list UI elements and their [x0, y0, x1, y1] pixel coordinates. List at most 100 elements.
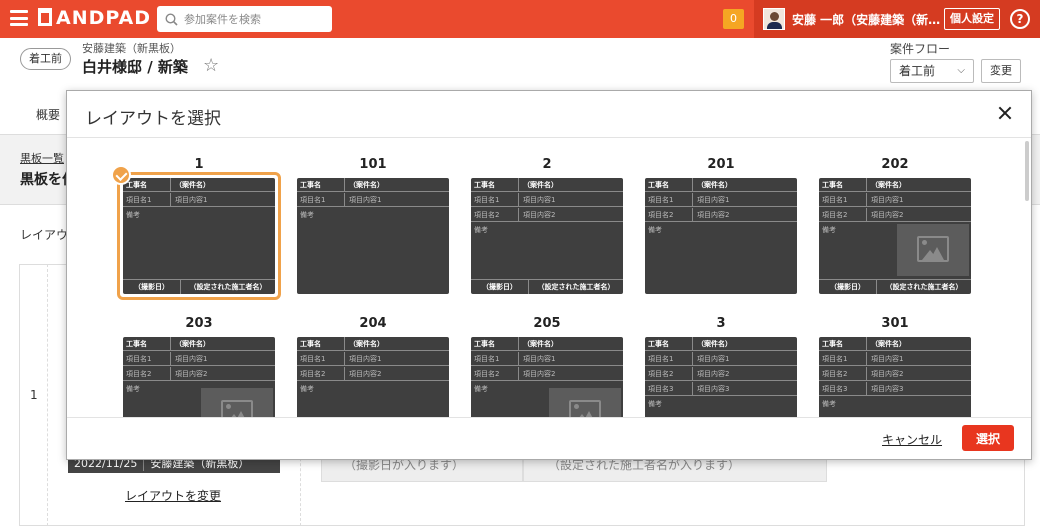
board-cell: 項目名2 — [645, 367, 693, 380]
board-preview: 工事名 （案件名） 項目名1 項目内容1 項目名2 項目内容2 備考 — [297, 337, 449, 417]
board-cell: 項目名1 — [123, 193, 171, 206]
board-cell: 項目名1 — [645, 193, 693, 206]
board-cell: 項目内容1 — [871, 355, 904, 363]
image-placeholder-icon — [201, 388, 273, 417]
board-remarks: 備考 — [126, 385, 140, 393]
board-cell: （案件名） — [175, 181, 210, 189]
board-cell: （案件名） — [349, 340, 384, 348]
board-remarks: 備考 — [474, 226, 488, 234]
layout-name: 202 — [881, 157, 909, 172]
change-layout-link[interactable]: レイアウトを変更 — [125, 487, 221, 504]
tab-overview[interactable]: 概要 — [36, 106, 60, 123]
logo-text: ANDPAD — [56, 7, 152, 29]
board-cell: 項目名2 — [471, 367, 519, 380]
logo-mark-icon — [38, 8, 52, 26]
board-cell: （案件名） — [697, 181, 732, 189]
divider — [47, 264, 48, 526]
chevron-down-icon: ⌵ — [957, 65, 965, 76]
select-button[interactable]: 選択 — [962, 425, 1014, 451]
image-placeholder-icon — [549, 388, 621, 417]
board-cell: 項目内容1 — [697, 196, 730, 204]
board-cell: 項目内容1 — [349, 355, 382, 363]
board-cell: 項目内容2 — [697, 211, 730, 219]
layout-name: 1 — [194, 157, 204, 172]
board-preview: 工事名 （案件名） 項目名1 項目内容1 備考 （撮影日） （設定された施工者名） — [123, 178, 275, 294]
board-cell: 項目名2 — [819, 367, 867, 380]
board-cell: 工事名 — [471, 178, 519, 191]
board-footer-cell: （設定された施工者名） — [885, 283, 963, 291]
modal-title: レイアウトを選択 — [85, 109, 221, 129]
board-cell: （案件名） — [349, 181, 384, 189]
search-box[interactable] — [157, 6, 332, 32]
board-cell: 項目名2 — [471, 208, 519, 221]
scrollbar[interactable] — [1025, 141, 1029, 201]
board-remarks: 備考 — [822, 400, 836, 408]
board-preview: 工事名 （案件名） 項目名1 項目内容1 項目名2 項目内容2 項目名3 項目内容3 備考 — [645, 337, 797, 417]
help-icon[interactable]: ? — [1010, 9, 1030, 29]
board-cell: 項目名1 — [297, 352, 345, 365]
avatar[interactable] — [763, 8, 785, 30]
board-cell: （案件名） — [697, 340, 732, 348]
board-cell: 項目名1 — [645, 352, 693, 365]
board-footer-cell: （設定された施工者名） — [537, 283, 615, 291]
board-cell: 工事名 — [645, 178, 693, 191]
board-remarks: 備考 — [648, 400, 662, 408]
board-cell: 項目内容1 — [175, 196, 208, 204]
board-footer-cell: （設定された施工者名） — [189, 283, 267, 291]
star-icon[interactable]: ☆ — [203, 55, 219, 76]
modal-header: レイアウトを選択 — [67, 91, 1031, 138]
andpad-logo[interactable]: ANDPAD — [38, 7, 151, 29]
user-name[interactable]: 安藤 一郎（安藤建築（新… — [792, 11, 940, 28]
company-name: 安藤建築（新黒板） — [82, 42, 181, 55]
board-footer-cell: （撮影日） — [819, 280, 877, 294]
search-icon — [165, 12, 178, 26]
modal-body[interactable]: 1 工事名 （案件名） 項目名1 項目内容1 備考 （撮影日） （設定された施工者名） 101 工… — [67, 139, 1031, 417]
board-preview: 工事名 （案件名） 項目名1 項目内容1 項目名2 項目内容2 備考 （撮影日） （設定された施… — [819, 178, 971, 294]
breadcrumb[interactable]: 黒板一覧 — [20, 150, 64, 166]
personal-settings-button[interactable]: 個人設定 — [944, 8, 1000, 30]
board-cell: （案件名） — [175, 340, 210, 348]
board-cell: 項目内容3 — [871, 385, 904, 393]
board-cell: （案件名） — [523, 340, 558, 348]
flow-change-button[interactable]: 変更 — [981, 59, 1021, 83]
board-cell: 項目名1 — [471, 193, 519, 206]
flow-label: 案件フロー — [890, 42, 951, 56]
board-cell: 項目内容2 — [697, 370, 730, 378]
board-remarks: 備考 — [300, 211, 314, 219]
status-badge: 着工前 — [20, 48, 71, 70]
page-title: 白井様邸 / 新築 — [82, 58, 188, 76]
board-cell: 項目名3 — [819, 382, 867, 395]
layout-name: 3 — [716, 316, 726, 331]
board-cell: 項目内容1 — [523, 196, 556, 204]
layout-name: 301 — [881, 316, 909, 331]
board-cell: 工事名 — [297, 337, 345, 350]
board-cell: 項目内容2 — [349, 370, 382, 378]
board-cell: 項目内容1 — [523, 355, 556, 363]
board-cell: 項目名1 — [123, 352, 171, 365]
board-cell: （案件名） — [871, 340, 906, 348]
cancel-button[interactable]: キャンセル — [882, 431, 942, 448]
board-cell: 項目内容1 — [175, 355, 208, 363]
board-cell: 項目内容1 — [697, 355, 730, 363]
board-preview: 工事名 （案件名） 項目名1 項目内容1 項目名2 項目内容2 備考 — [471, 337, 623, 417]
check-icon — [111, 165, 131, 185]
board-preview: 工事名 （案件名） 項目名1 項目内容1 備考 — [297, 178, 449, 294]
board-cell: 項目内容2 — [523, 211, 556, 219]
board-remarks: 備考 — [300, 385, 314, 393]
close-icon[interactable] — [995, 103, 1015, 123]
board-cell: 項目名2 — [645, 208, 693, 221]
image-placeholder-icon — [897, 224, 969, 276]
board-cell: 項目名1 — [819, 352, 867, 365]
board-cell: 項目内容2 — [871, 370, 904, 378]
hamburger-icon[interactable] — [10, 10, 28, 26]
layout-label: レイアウ — [20, 228, 69, 242]
search-input[interactable] — [184, 12, 324, 26]
board-remarks: 備考 — [822, 226, 836, 234]
board-cell: 項目名2 — [123, 367, 171, 380]
board-footer-cell: （撮影日） — [471, 280, 529, 294]
board-cell: （案件名） — [523, 181, 558, 189]
flow-select[interactable]: 着工前 ⌵ — [890, 59, 974, 83]
board-cell: 項目名3 — [645, 382, 693, 395]
layout-name: 204 — [359, 316, 387, 331]
notification-badge[interactable]: 0 — [723, 9, 744, 29]
